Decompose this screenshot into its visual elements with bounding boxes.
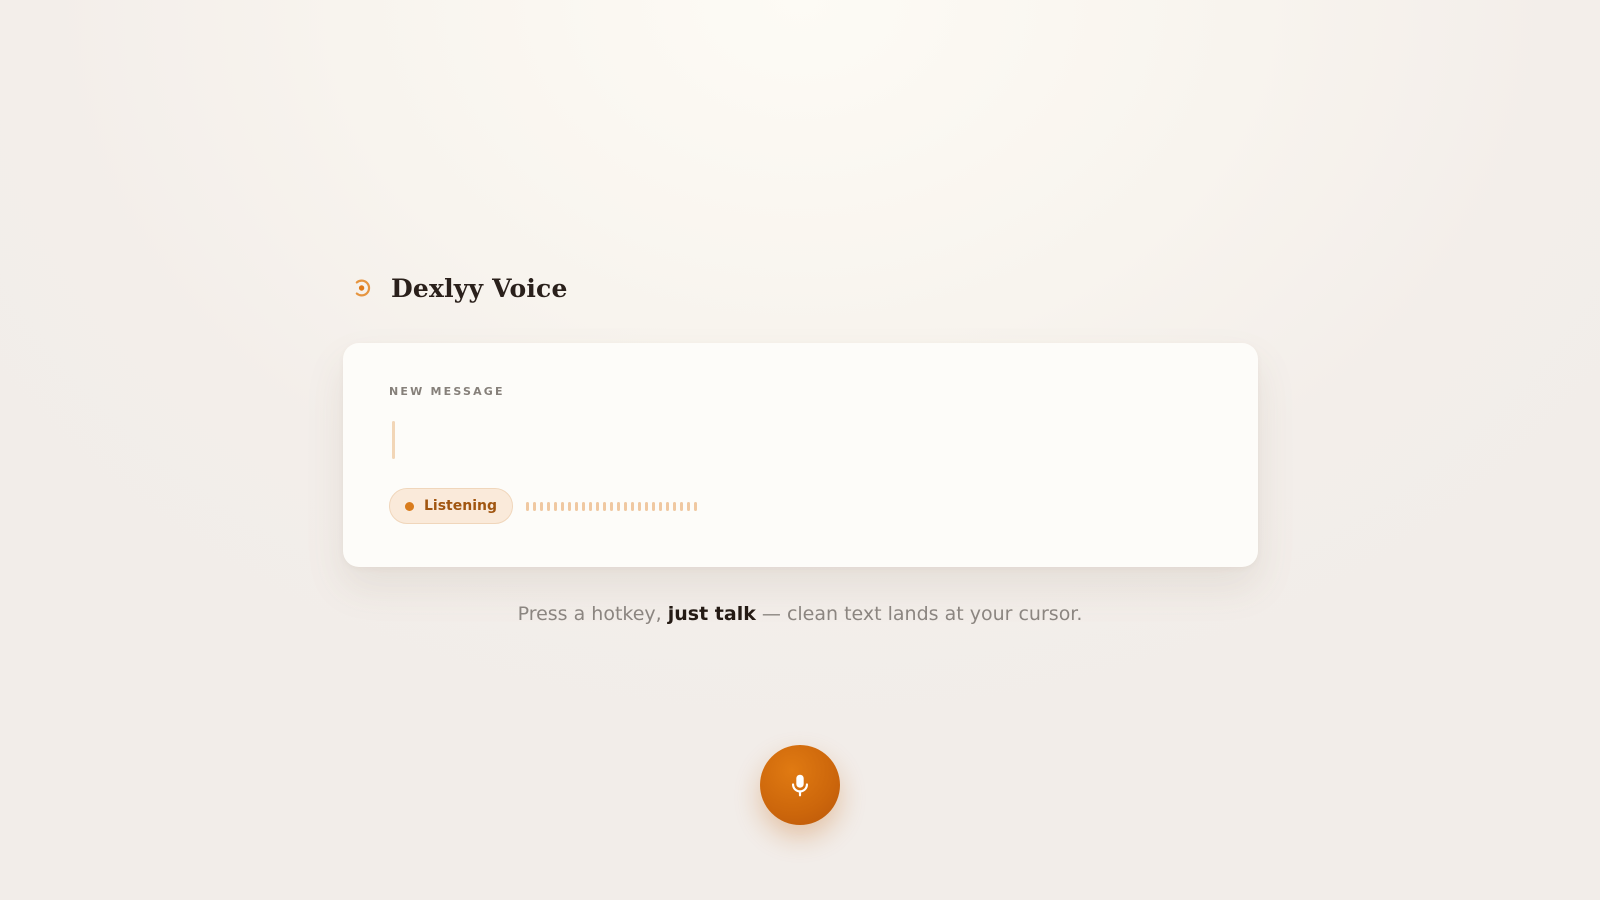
- microphone-icon: [791, 774, 809, 797]
- waveform-bar: [687, 501, 690, 511]
- waveform-bar: [694, 501, 697, 511]
- waveform-bar: [596, 501, 599, 511]
- waveform-bar: [561, 501, 564, 511]
- microphone-button[interactable]: [760, 745, 840, 825]
- listening-status-badge: Listening: [389, 488, 513, 524]
- voice-ring-icon: [355, 279, 371, 297]
- waveform-bar: [666, 501, 669, 511]
- waveform-bar: [547, 501, 550, 511]
- message-composer-card: NEW MESSAGE Listening: [343, 343, 1258, 567]
- status-row: Listening: [389, 488, 701, 524]
- waveform-bar: [624, 501, 627, 511]
- tagline-prefix: Press a hotkey,: [517, 603, 668, 625]
- waveform-bar: [603, 501, 606, 511]
- tagline: Press a hotkey, just talk — clean text l…: [0, 603, 1600, 625]
- waveform-bar: [652, 501, 655, 511]
- waveform-bar: [645, 501, 648, 511]
- text-cursor[interactable]: [392, 421, 395, 459]
- waveform-bar: [680, 501, 683, 511]
- waveform-bar: [554, 501, 557, 511]
- composer-label: NEW MESSAGE: [389, 385, 505, 398]
- waveform-bar: [659, 501, 662, 511]
- waveform-bar: [568, 501, 571, 511]
- tagline-emphasis: just talk: [667, 603, 756, 625]
- waveform-bar: [673, 501, 676, 511]
- recording-dot-icon: [405, 501, 414, 511]
- status-label: Listening: [424, 498, 497, 514]
- waveform-bar: [617, 501, 620, 511]
- brand-header: Dexlyy Voice: [352, 270, 568, 306]
- waveform-bar: [533, 501, 536, 511]
- waveform-bar: [526, 501, 529, 511]
- audio-waveform-icon: [526, 488, 701, 524]
- waveform-bar: [631, 501, 634, 511]
- waveform-bar: [638, 501, 641, 511]
- waveform-bar: [610, 501, 613, 511]
- waveform-bar: [589, 501, 592, 511]
- waveform-bar: [582, 501, 585, 511]
- app-title: Dexlyy Voice: [391, 273, 568, 303]
- waveform-bar: [575, 501, 578, 511]
- tagline-suffix: — clean text lands at your cursor.: [755, 603, 1083, 625]
- waveform-bar: [540, 501, 543, 511]
